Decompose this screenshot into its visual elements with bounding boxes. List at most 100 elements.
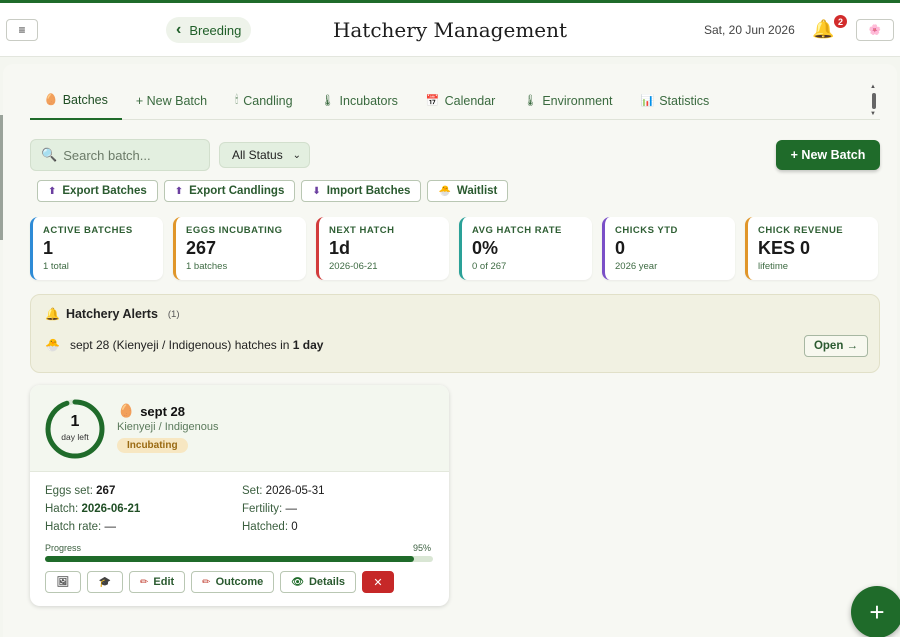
stat-sub: lifetime (758, 261, 789, 272)
info-value: 2026-05-31 (265, 485, 325, 497)
stat-value: 0 (615, 238, 626, 258)
edit-button[interactable]: ✏ Edit (129, 571, 186, 593)
action-row: ⬆ Export Batches ⬆ Export Candlings ⬇ Im… (37, 180, 509, 202)
hatch-rate-info: Hatch rate: — (45, 521, 116, 533)
stat-sub: 0 of 267 (472, 261, 507, 272)
page-title: Hatchery Management (332, 18, 568, 42)
scroll-thumb[interactable] (872, 93, 876, 109)
export-batches-button[interactable]: ⬆ Export Batches (37, 180, 158, 202)
tab-label: Calendar (444, 93, 496, 108)
tab-calendar[interactable]: 📅 Calendar (412, 82, 509, 120)
outcome-button[interactable]: ✏ Outcome (191, 571, 275, 593)
info-value: — (104, 521, 116, 533)
info-value: — (285, 503, 297, 515)
info-value: 2026-06-21 (81, 503, 141, 515)
status-badge: Incubating (117, 438, 188, 453)
stat-value: 267 (186, 238, 217, 258)
tab-label: + New Batch (135, 93, 208, 108)
tab-candling[interactable]: 🕯 Candling (221, 82, 306, 120)
back-button[interactable]: ‹ Breeding (166, 17, 252, 43)
stat-sub: 1 batches (186, 261, 228, 272)
tab-incubators[interactable]: 🌡 Incubators (307, 82, 412, 120)
thermometer-icon: 🌡 (320, 95, 335, 107)
status-filter-select[interactable]: All Status ⌄ (219, 142, 310, 168)
info-label: Hatch: (45, 503, 79, 515)
tab-statistics[interactable]: 📊 Statistics (627, 82, 724, 120)
stat-active-batches: ACTIVE BATCHES 1 1 total (30, 217, 163, 280)
language-button[interactable]: 🌸 (856, 19, 894, 41)
import-batches-button[interactable]: ⬇ Import Batches (301, 180, 422, 202)
info-label: Set: (242, 485, 263, 497)
tab-new-batch[interactable]: + New Batch (122, 82, 221, 120)
image-icon: 🖼 (56, 576, 70, 588)
current-date: Sat, 20 Jun 2026 (704, 23, 795, 37)
stat-value: 1 (43, 238, 54, 258)
hatching-chick-icon: 🐣 (438, 185, 451, 197)
photo-button[interactable]: 🖼 (45, 571, 81, 593)
scroll-down-icon[interactable]: ▼ (870, 111, 876, 117)
stat-label: NEXT HATCH (329, 225, 395, 236)
stat-chicks-ytd: CHICKS YTD 0 2026 year (602, 217, 735, 280)
tab-label: Batches (62, 92, 108, 107)
stat-eggs-incubating: EGGS INCUBATING 267 1 batches (173, 217, 306, 280)
progress-bar (45, 556, 433, 562)
top-bar: ≡ ‹ Breeding Hatchery Management Sat, 20… (0, 3, 900, 57)
search-box[interactable]: 🔍 (30, 139, 210, 171)
scroll-up-icon[interactable]: ▲ (870, 84, 876, 90)
progress-fill (45, 556, 414, 562)
search-input[interactable] (63, 147, 204, 163)
progress-percent: 95% (413, 543, 432, 553)
tab-batches[interactable]: 🥚 Batches (30, 82, 122, 120)
batch-actions: 🖼 🎓 ✏ Edit ✏ Outcome 👁 Details ✕ (45, 571, 395, 593)
tab-scrollbar[interactable]: ▲ ▼ (870, 84, 878, 118)
hatchery-alerts-panel: 🔔 Hatchery Alerts (1) 🐣 sept 28 (Kienyej… (30, 294, 880, 373)
graduate-button[interactable]: 🎓 (87, 571, 123, 593)
stats-row: ACTIVE BATCHES 1 1 total EGGS INCUBATING… (30, 217, 878, 280)
stat-label: CHICK REVENUE (758, 225, 844, 236)
chevron-down-icon: ⌄ (292, 149, 301, 161)
button-label: Import Batches (326, 185, 411, 197)
thermometer-icon: 🌡 (523, 95, 538, 107)
tab-environment[interactable]: 🌡 Environment (509, 82, 626, 120)
batch-name: 🥚 sept 28 (118, 403, 185, 419)
waitlist-button[interactable]: 🐣 Waitlist (427, 180, 509, 202)
floating-add-button[interactable]: + (851, 586, 900, 637)
stat-label: ACTIVE BATCHES (43, 225, 133, 236)
hatched-info: Hatched: 0 (242, 521, 298, 533)
tab-bar: 🥚 Batches + New Batch 🕯 Candling 🌡 Incub… (30, 82, 880, 120)
button-label: Waitlist (456, 185, 498, 197)
info-label: Hatch rate: (45, 521, 102, 533)
alert-emphasis: 1 day (292, 338, 324, 352)
export-icon: ⬆ (174, 185, 184, 197)
batch-name-text: sept 28 (140, 403, 185, 419)
candle-icon: 🕯 (235, 94, 239, 106)
progress-label: Progress (45, 543, 82, 553)
details-button[interactable]: 👁 Details (280, 571, 357, 593)
tab-label: Candling (243, 93, 293, 108)
stat-label: CHICKS YTD (615, 225, 678, 236)
graduation-cap-icon: 🎓 (98, 576, 112, 588)
back-label: Breeding (189, 22, 242, 38)
stat-avg-hatch-rate: AVG HATCH RATE 0% 0 of 267 (459, 217, 592, 280)
batch-card[interactable]: 1 day left 🥚 sept 28 Kienyeji / Indigeno… (30, 385, 449, 606)
stat-sub: 1 total (43, 261, 69, 272)
info-label: Eggs set: (45, 485, 93, 497)
calendar-icon: 📅 (425, 95, 440, 107)
bell-icon[interactable]: 🔔 (812, 19, 834, 40)
stat-label: EGGS INCUBATING (186, 225, 283, 236)
import-icon: ⬇ (312, 185, 321, 197)
menu-button[interactable]: ≡ (6, 19, 38, 41)
alert-open-button[interactable]: Open → (804, 335, 868, 357)
stat-sub: 2026 year (615, 261, 658, 272)
export-candlings-button[interactable]: ⬆ Export Candlings (163, 180, 296, 202)
new-batch-button[interactable]: + New Batch (776, 140, 880, 170)
left-edge-scrollbar[interactable] (0, 115, 3, 240)
delete-button[interactable]: ✕ (362, 571, 395, 593)
pencil-icon: ✏ (140, 576, 149, 588)
hatch-date-info: Hatch: 2026-06-21 (45, 503, 140, 515)
button-label: Export Batches (62, 185, 147, 197)
stat-value: 1d (329, 238, 351, 258)
eye-icon: 👁 (291, 576, 304, 588)
alerts-header: 🔔 Hatchery Alerts (1) (45, 307, 180, 321)
tab-label: Environment (542, 93, 613, 108)
